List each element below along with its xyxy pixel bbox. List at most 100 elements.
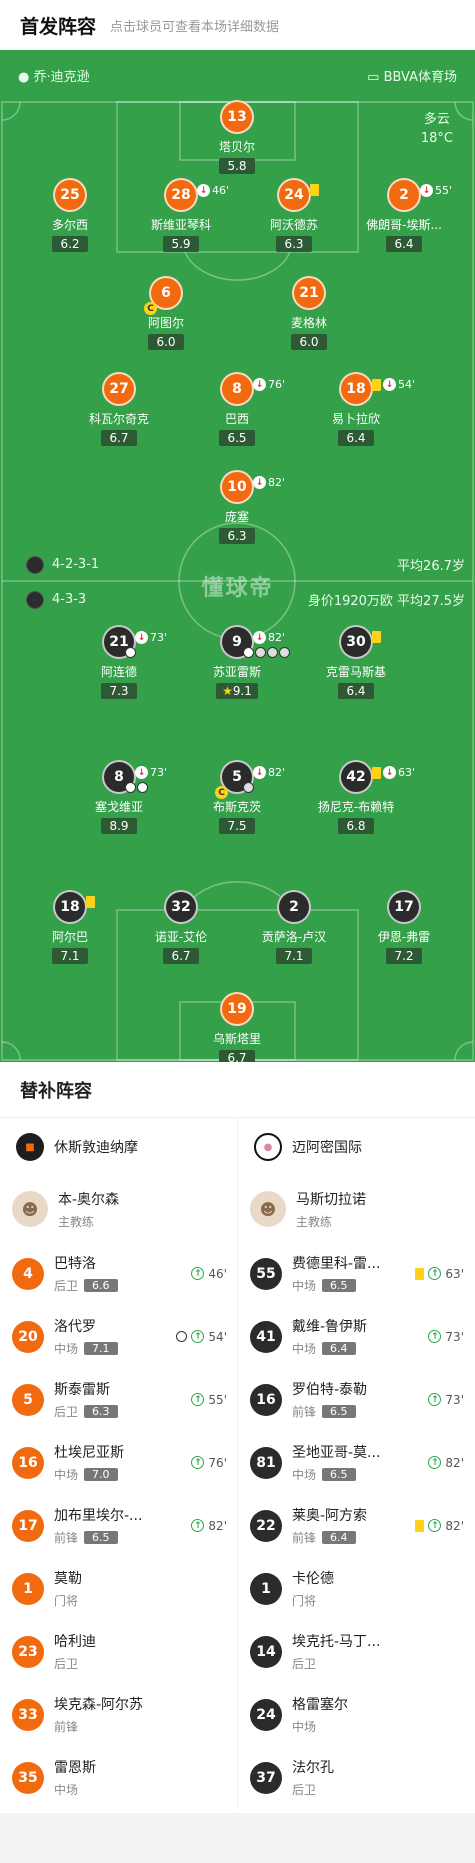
home-coach: ● 乔·迪克逊 <box>18 70 90 85</box>
assist-icon <box>255 647 266 658</box>
whistle-icon: ● <box>18 70 30 85</box>
subs-table: ■ 休斯敦迪纳摩 ☻ 本-奥尔森 主教练 4 巴特洛 后卫 6.6 ↑ 46' 20 洛… <box>0 1118 475 1809</box>
venue: ▭ BBVA体育场 <box>367 70 457 85</box>
captain-icon: C <box>144 302 157 315</box>
yellow-card-icon <box>372 378 381 391</box>
sub-in-icon: ↑ <box>428 1267 442 1280</box>
yellow-card-icon <box>86 896 95 908</box>
coach-avatar: ☻ <box>250 1191 286 1227</box>
home-team-header[interactable]: ■ 休斯敦迪纳摩 <box>0 1118 237 1176</box>
player-away-2[interactable]: 2 贡萨洛-卢汉 7.1 <box>244 890 344 964</box>
list-item[interactable]: 20 洛代罗 中场 7.1 ↑ 54' <box>0 1305 237 1368</box>
sub-out-icon: ↓ <box>383 766 396 779</box>
list-item[interactable]: 23 哈利迪 后卫 <box>0 1620 237 1683</box>
player-home-21[interactable]: 21 麦格林 6.0 <box>259 276 359 350</box>
lineup-header: 首发阵容 点击球员可查看本场详细数据 <box>0 0 475 50</box>
away-team-logo-icon <box>26 590 44 609</box>
yellow-card-icon <box>372 766 381 779</box>
list-item[interactable]: 1 卡伦德 门将 <box>238 1557 474 1620</box>
away-coach-row[interactable]: ☻ 马斯切拉诺 主教练 <box>238 1176 474 1242</box>
assist-icon <box>267 647 278 658</box>
sub-out-icon: ↓ <box>253 378 266 391</box>
list-item[interactable]: 4 巴特洛 后卫 6.6 ↑ 46' <box>0 1242 237 1305</box>
list-item[interactable]: 55 费德里科-雷... 中场 6.5 ↑ 63' <box>238 1242 474 1305</box>
sub-in-icon: ↑ <box>191 1267 205 1280</box>
list-item[interactable]: 14 埃克托-马丁... 后卫 <box>238 1620 474 1683</box>
list-item[interactable]: 35 雷恩斯 中场 <box>0 1746 237 1809</box>
list-item[interactable]: 1 莫勒 门将 <box>0 1557 237 1620</box>
sub-in-icon: ↑ <box>191 1456 205 1469</box>
captain-icon: C <box>215 786 228 799</box>
sub-out-icon: ↓ <box>420 184 433 197</box>
away-subs-column: ● 迈阿密国际 ☻ 马斯切拉诺 主教练 55 费德里科-雷... 中场 6.5 ↑ 63… <box>237 1118 474 1809</box>
goal-ball-icon <box>125 647 136 658</box>
list-item[interactable]: 41 戴维-鲁伊斯 中场 6.4 ↑ 73' <box>238 1305 474 1368</box>
page-title: 首发阵容 <box>20 15 97 38</box>
goal-ball-icon <box>243 647 254 658</box>
player-home-8[interactable]: 8 ↓ 76' 巴西 6.5 <box>187 372 287 446</box>
sub-in-icon: ↑ <box>428 1519 442 1532</box>
list-item[interactable]: 37 法尔孔 后卫 <box>238 1746 474 1809</box>
sub-in-icon: ↑ <box>428 1456 442 1469</box>
player-away-42[interactable]: 42 ↓ 63' 扬尼克-布赖特 6.8 <box>306 760 415 834</box>
player-away-5[interactable]: 5 C ↓ 82' 布斯克茨 7.5 <box>187 760 287 834</box>
player-away-19[interactable]: 19 乌斯塔里 6.7 <box>187 992 287 1062</box>
away-team-header[interactable]: ● 迈阿密国际 <box>238 1118 474 1176</box>
list-item[interactable]: 33 埃克森-阿尔苏 前锋 <box>0 1683 237 1746</box>
sub-out-icon: ↓ <box>135 631 148 644</box>
weather: 多云 18°C <box>420 112 453 146</box>
sub-in-icon: ↑ <box>428 1330 442 1343</box>
list-item[interactable]: 81 圣地亚哥-莫... 中场 6.5 ↑ 82' <box>238 1431 474 1494</box>
sub-in-icon: ↑ <box>191 1393 205 1406</box>
coach-avatar: ☻ <box>12 1191 48 1227</box>
sub-out-icon: ↓ <box>253 476 266 489</box>
sub-in-icon: ↑ <box>428 1393 442 1406</box>
list-item[interactable]: 16 杜埃尼亚斯 中场 7.0 ↑ 76' <box>0 1431 237 1494</box>
player-home-2[interactable]: 2 ↓ 55' 佛朗哥-埃斯... 6.4 <box>354 178 454 252</box>
player-home-13[interactable]: 13 塔贝尔 5.8 <box>187 100 287 174</box>
pitch: ● 乔·迪克逊 ▭ BBVA体育场 多云 18°C 4-2-3-1 平均26.7… <box>0 50 475 1062</box>
page-subtitle: 点击球员可查看本场详细数据 <box>110 19 280 35</box>
goal-ball-icon <box>176 1331 188 1342</box>
player-home-27[interactable]: 27 科瓦尔奇克 6.7 <box>69 372 169 446</box>
houston-logo-icon: ■ <box>16 1133 44 1161</box>
stadium-icon: ▭ <box>367 70 380 85</box>
player-away-18[interactable]: 18 阿尔巴 7.1 <box>20 890 120 964</box>
list-item[interactable]: 24 格雷塞尔 中场 <box>238 1683 474 1746</box>
player-away-8[interactable]: 8 ↓ 73' 塞戈维亚 8.9 <box>69 760 169 834</box>
sub-in-icon: ↑ <box>191 1519 205 1532</box>
player-home-28[interactable]: 28 ↓ 46' 斯维亚琴科 5.9 <box>131 178 231 252</box>
player-home-6[interactable]: 6 C 阿图尔 6.0 <box>116 276 216 350</box>
home-coach-row[interactable]: ☻ 本-奥尔森 主教练 <box>0 1176 237 1242</box>
home-team-logo-icon <box>26 555 44 574</box>
yellow-card-icon <box>372 631 381 643</box>
player-away-30[interactable]: 30 克雷马斯基 6.4 <box>306 625 406 699</box>
list-item[interactable]: 17 加布里埃尔-... 前锋 6.5 ↑ 82' <box>0 1494 237 1557</box>
yellow-card-icon <box>310 184 319 196</box>
sub-out-icon: ↓ <box>253 631 266 644</box>
subs-title: 替补阵容 <box>0 1062 475 1118</box>
list-item[interactable]: 16 罗伯特-泰勒 前锋 6.5 ↑ 73' <box>238 1368 474 1431</box>
player-away-9[interactable]: 9 ↓ 82' 苏亚雷斯 ★9.1 <box>187 625 290 699</box>
player-away-17[interactable]: 17 伊恩-弗雷 7.2 <box>354 890 454 964</box>
sub-out-icon: ↓ <box>197 184 210 197</box>
assist-icon <box>243 782 254 793</box>
player-home-10[interactable]: 10 ↓ 82' 庞塞 6.3 <box>187 470 287 544</box>
away-formation-row: 4-3-3 身价1920万欧 平均27.5岁 <box>26 590 465 609</box>
list-item[interactable]: 5 斯泰雷斯 后卫 6.3 ↑ 55' <box>0 1368 237 1431</box>
list-item[interactable]: 22 莱奥-阿方索 前锋 6.4 ↑ 82' <box>238 1494 474 1557</box>
player-away-32[interactable]: 32 诺亚-艾伦 6.7 <box>131 890 231 964</box>
sub-out-icon: ↓ <box>253 766 266 779</box>
star-icon: ★ <box>222 684 233 698</box>
home-subs-column: ■ 休斯敦迪纳摩 ☻ 本-奥尔森 主教练 4 巴特洛 后卫 6.6 ↑ 46' 20 洛… <box>0 1118 237 1809</box>
player-home-25[interactable]: 25 多尔西 6.2 <box>20 178 120 252</box>
sub-in-icon: ↑ <box>191 1330 205 1343</box>
player-away-21[interactable]: 21 ↓ 73' 阿连德 7.3 <box>69 625 169 699</box>
assist-icon <box>279 647 290 658</box>
player-home-18[interactable]: 18 ↓ 54' 易卜拉欣 6.4 <box>306 372 415 446</box>
player-home-24[interactable]: 24 阿沃德苏 6.3 <box>244 178 344 252</box>
footer-band <box>0 1813 475 1863</box>
yellow-card-icon <box>415 1267 425 1280</box>
goal-ball-icon <box>125 782 136 793</box>
sub-out-icon: ↓ <box>383 378 396 391</box>
